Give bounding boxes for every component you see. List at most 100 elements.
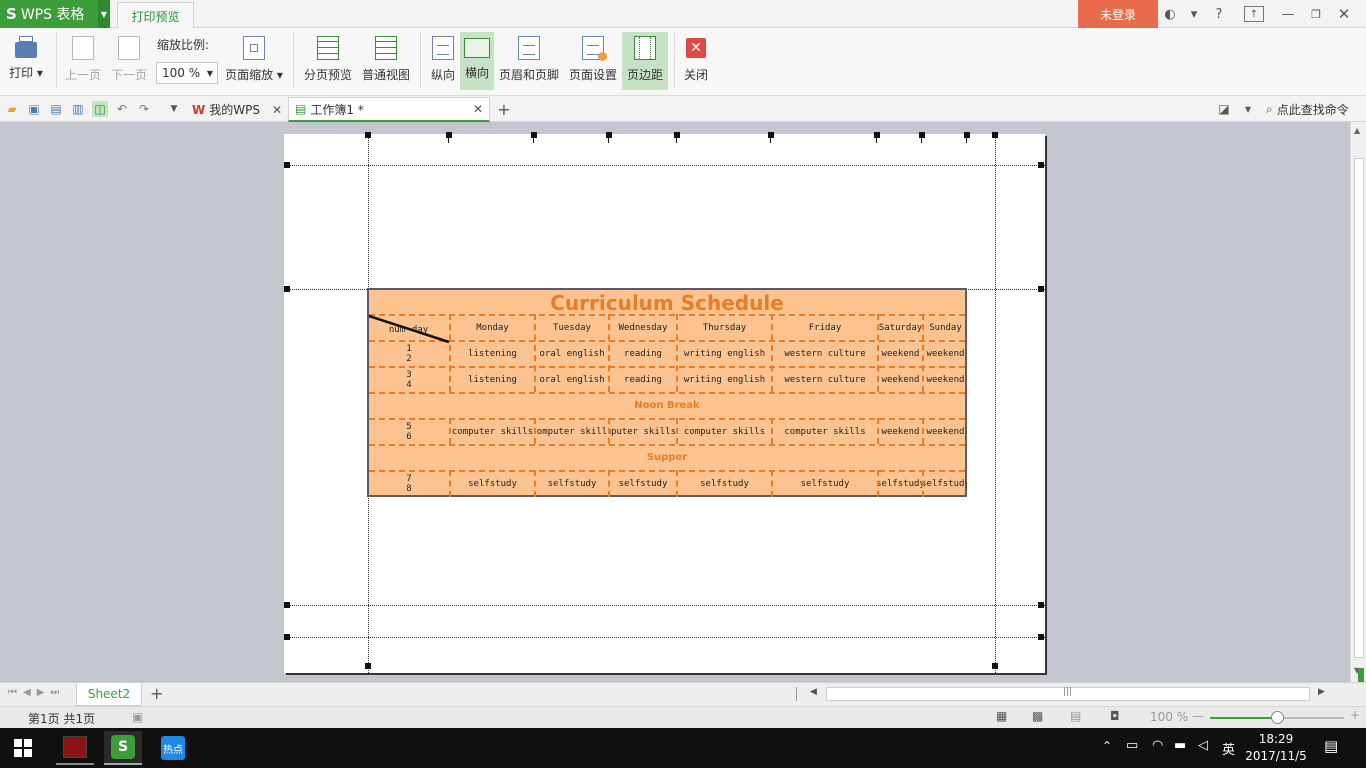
page-break-preview-button[interactable]: 分页预览 xyxy=(300,32,356,90)
normal-view-icon[interactable]: ▦ xyxy=(996,709,1007,723)
preview-toggle-icon[interactable]: ◫ xyxy=(92,101,108,117)
comment-icon[interactable]: ▾ xyxy=(1240,101,1256,117)
header-footer-button[interactable]: 页眉和页脚 xyxy=(497,32,561,90)
close-tab-icon[interactable]: ✕ xyxy=(272,103,282,117)
zoom-slider[interactable] xyxy=(1210,711,1344,724)
margin-handle[interactable] xyxy=(531,132,537,138)
open-folder-icon[interactable]: ▰ xyxy=(4,101,20,117)
search-command[interactable]: ⌕ 点此查找命令 xyxy=(1266,100,1349,118)
scroll-right-icon[interactable]: ▶ xyxy=(1318,687,1325,697)
skin-icon[interactable]: ◐ xyxy=(1162,5,1178,23)
column-width-marker[interactable] xyxy=(448,138,449,143)
scroll-up-icon[interactable]: ▲ xyxy=(1354,126,1360,135)
new-tab-icon[interactable]: + xyxy=(496,100,512,119)
column-width-marker[interactable] xyxy=(966,138,967,143)
column-width-marker[interactable] xyxy=(921,138,922,143)
volume-icon[interactable]: ◁ xyxy=(1198,738,1208,753)
vertical-scrollbar[interactable]: ▲ ▼ xyxy=(1350,122,1366,682)
print-preview-icon[interactable]: ▤ xyxy=(48,101,64,117)
redo-icon[interactable]: ↷ xyxy=(136,101,152,117)
column-width-marker[interactable] xyxy=(876,138,877,143)
reading-view-icon[interactable]: ▤ xyxy=(1070,709,1081,723)
sheet-nav-icon[interactable]: ⏮◀▶⏭ xyxy=(8,687,65,698)
bottom-margin-guide[interactable] xyxy=(285,605,1045,606)
notification-icon[interactable]: ▤ xyxy=(1324,737,1338,755)
zoom-in-button[interactable]: + xyxy=(1350,708,1360,722)
upload-icon[interactable]: ↑ xyxy=(1244,6,1264,22)
sheet-tab[interactable]: Sheet2 xyxy=(76,683,142,706)
column-width-marker[interactable] xyxy=(676,138,677,143)
minimize-icon[interactable]: — xyxy=(1280,5,1296,23)
margin-handle[interactable] xyxy=(1038,286,1044,292)
close-preview-button[interactable]: ✕ 关闭 xyxy=(680,32,712,90)
wps-menu-button[interactable]: S WPS 表格 ▼ xyxy=(0,0,110,28)
margin-handle[interactable] xyxy=(768,132,774,138)
margin-handle[interactable] xyxy=(919,132,925,138)
windows-start-button[interactable] xyxy=(4,731,42,765)
portrait-button[interactable]: 纵向 xyxy=(427,32,459,90)
margin-handle[interactable] xyxy=(964,132,970,138)
zoom-slider-knob[interactable] xyxy=(1271,711,1284,724)
right-margin-guide[interactable] xyxy=(995,134,996,673)
margin-handle[interactable] xyxy=(284,602,290,608)
scroll-left-icon[interactable]: ◀ xyxy=(810,687,817,697)
margin-handle[interactable] xyxy=(992,663,998,669)
page-break-view-icon[interactable]: ▩ xyxy=(1032,709,1043,723)
macro-icon[interactable]: ▣ xyxy=(132,710,143,724)
header-margin-guide[interactable] xyxy=(285,165,1045,166)
scroll-thumb[interactable] xyxy=(1354,158,1364,658)
wifi-icon[interactable]: ◠ xyxy=(1152,738,1163,753)
split-divider[interactable] xyxy=(796,687,797,701)
zoom-out-button[interactable]: — xyxy=(1192,709,1204,723)
network-device-icon[interactable]: ▭ xyxy=(1126,738,1138,753)
tray-expand-icon[interactable]: ⌃ xyxy=(1102,739,1112,753)
page-scale-button[interactable]: 页面缩放 ▾ xyxy=(222,32,286,90)
tab-my-wps[interactable]: W 我的WPS ✕ xyxy=(188,97,284,122)
close-tab-icon[interactable]: ✕ xyxy=(473,102,483,116)
footer-margin-guide[interactable] xyxy=(285,637,1045,638)
save-icon[interactable]: ▣ xyxy=(26,101,42,117)
margin-handle[interactable] xyxy=(365,663,371,669)
margin-handle[interactable] xyxy=(1038,602,1044,608)
horizontal-scrollbar[interactable]: ||| xyxy=(826,687,1310,701)
chevron-down-icon[interactable]: ▼ xyxy=(98,0,110,28)
margin-handle[interactable] xyxy=(284,634,290,640)
chevron-down-icon[interactable]: ▼ xyxy=(166,101,182,117)
landscape-button[interactable]: 横向 xyxy=(460,32,494,90)
margin-handle[interactable] xyxy=(1038,634,1044,640)
margin-handle[interactable] xyxy=(365,132,371,138)
margin-handle[interactable] xyxy=(606,132,612,138)
column-width-marker[interactable] xyxy=(533,138,534,143)
eye-protection-icon[interactable]: ◘ xyxy=(1110,709,1120,723)
system-clock[interactable]: 18:29 2017/11/5 xyxy=(1244,731,1308,765)
column-width-marker[interactable] xyxy=(770,138,771,143)
prev-page-button[interactable]: 上一页 xyxy=(62,32,104,90)
margins-button[interactable]: 页边距 xyxy=(622,32,668,90)
print-button[interactable]: 打印 ▾ xyxy=(6,32,46,90)
column-width-marker[interactable] xyxy=(608,138,609,143)
next-page-button[interactable]: 下一页 xyxy=(108,32,150,90)
normal-view-button[interactable]: 普通视图 xyxy=(358,32,414,90)
margin-handle[interactable] xyxy=(446,132,452,138)
taskbar-app-media[interactable] xyxy=(56,731,94,765)
input-method-indicator[interactable]: 英 xyxy=(1222,739,1235,758)
login-button[interactable]: 未登录 xyxy=(1078,0,1158,28)
margin-handle[interactable] xyxy=(874,132,880,138)
help-icon[interactable]: ? xyxy=(1208,5,1230,23)
shirt-icon[interactable]: ▾ xyxy=(1184,5,1204,23)
undo-icon[interactable]: ↶ xyxy=(114,101,130,117)
close-window-icon[interactable]: ✕ xyxy=(1336,5,1352,23)
restore-icon[interactable]: ❐ xyxy=(1308,5,1324,23)
margin-handle[interactable] xyxy=(284,162,290,168)
margin-handle[interactable] xyxy=(1038,162,1044,168)
zoom-select[interactable]: 100 % ▼ xyxy=(156,62,218,84)
margin-handle[interactable] xyxy=(284,286,290,292)
margin-handle[interactable] xyxy=(992,132,998,138)
quick-print-icon[interactable]: ▥ xyxy=(70,101,86,117)
add-sheet-icon[interactable]: + xyxy=(150,684,163,703)
tab-workbook[interactable]: ▤ 工作簿1 * ✕ xyxy=(288,97,490,122)
taskbar-app-hotspot[interactable]: 热点 xyxy=(154,731,192,765)
margin-handle[interactable] xyxy=(674,132,680,138)
tab-print-preview[interactable]: 打印预览 xyxy=(117,2,194,29)
page-setup-button[interactable]: 页面设置 xyxy=(566,32,620,90)
